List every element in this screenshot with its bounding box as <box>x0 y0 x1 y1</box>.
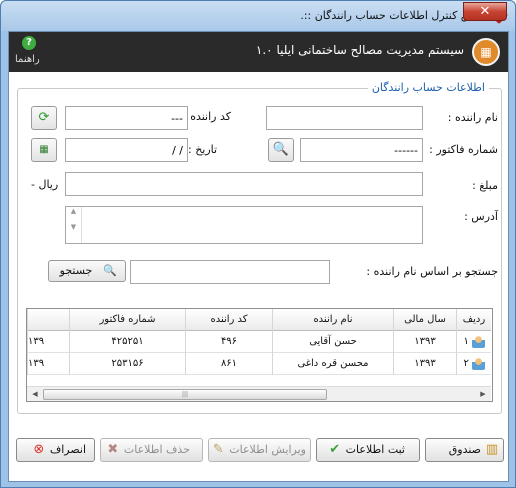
invoice-number-input[interactable] <box>300 138 423 162</box>
table-cell: ۴۹۶ <box>185 331 272 353</box>
driver-name-label: نام راننده : <box>447 111 498 124</box>
table-horizontal-scrollbar[interactable]: ◀ ||| ▶ <box>27 386 491 401</box>
table-cell: ۱۳۹۳ <box>393 331 456 353</box>
save-label: ثبت اطلاعات <box>345 443 405 456</box>
cancel-label: انصراف <box>49 443 86 456</box>
column-header-extra[interactable] <box>27 309 69 331</box>
cancel-icon: ⊗ <box>33 442 45 457</box>
table-cell: ۸۶۱ <box>185 353 272 375</box>
driver-code-label: کد راننده : <box>183 110 231 123</box>
table-cell: ۱ <box>456 331 491 353</box>
driver-icon <box>472 334 485 348</box>
table-cell: ۲۵۳۱۵۶ <box>69 353 185 375</box>
column-header-driver-name[interactable]: نام راننده <box>272 309 393 331</box>
group-title: اطلاعات حساب رانندگان <box>367 81 489 94</box>
window-title: بخش کنترل اطلاعات حساب رانندگان ::. <box>300 9 485 22</box>
row-number: ۱ <box>463 336 469 347</box>
delete-label: حذف اطلاعات <box>123 443 190 456</box>
drivers-table[interactable]: ردیف سال مالی نام راننده کد راننده شماره… <box>26 308 493 402</box>
date-input[interactable] <box>65 138 188 162</box>
cashbox-button[interactable]: ▥ صندوق <box>425 438 504 462</box>
driver-code-input[interactable] <box>65 106 188 130</box>
address-scrollbar[interactable]: ▲ ▼ <box>66 207 82 243</box>
row-number: ۲ <box>463 358 469 369</box>
banner-title: سیستم مدیریت مصالح ساختمانی ایلیا ۱.۰ <box>255 43 464 57</box>
search-by-name-label: جستجو بر اساس نام راننده : <box>366 265 498 278</box>
amount-label: مبلغ : <box>472 179 498 192</box>
address-textarea[interactable]: ▲ ▼ <box>65 206 423 244</box>
table-cell: ۱۳۹ <box>27 331 69 353</box>
driver-icon <box>472 356 485 370</box>
cancel-button[interactable]: انصراف ⊗ <box>16 438 95 462</box>
refresh-icon[interactable]: ⟳ <box>31 106 57 130</box>
help-icon[interactable]: ? <box>22 36 36 50</box>
column-header-fiscal-year[interactable]: سال مالی <box>393 309 456 331</box>
window-close-button[interactable]: ✕ <box>463 2 507 21</box>
client-area: ▦ سیستم مدیریت مصالح ساختمانی ایلیا ۱.۰ … <box>8 31 509 482</box>
brand-logo-icon: ▦ <box>472 38 500 66</box>
table-row[interactable]: ۱ ۱۳۹۳ حسن آقایی ۴۹۶ ۴۲۵۲۵۱ ۱۳۹ <box>27 331 491 353</box>
coins-icon: ▥ <box>485 442 499 457</box>
scrollbar-thumb[interactable]: ||| <box>43 389 327 400</box>
pencil-icon: ✎ <box>212 442 224 457</box>
app-banner: ▦ سیستم مدیریت مصالح ساختمانی ایلیا ۱.۰ … <box>9 32 508 72</box>
table-row[interactable]: ۲ ۱۳۹۳ محسن قره داغی ۸۶۱ ۲۵۳۱۵۶ ۱۳۹ <box>27 353 491 375</box>
delete-x-icon: ✖ <box>107 442 119 457</box>
cashbox-label: صندوق <box>448 443 481 456</box>
table-cell: محسن قره داغی <box>272 353 393 375</box>
save-button[interactable]: ثبت اطلاعات ✔ <box>316 438 420 462</box>
table-cell: ۲ <box>456 353 491 375</box>
app-window: بخش کنترل اطلاعات حساب رانندگان ::. ✕ ▦ … <box>0 0 516 488</box>
column-header-invoice-number[interactable]: شماره فاکتور <box>69 309 185 331</box>
search-icon: 🔍 <box>103 264 117 277</box>
table-cell: ۴۲۵۲۵۱ <box>69 331 185 353</box>
scroll-right-arrow-icon[interactable]: ▶ <box>476 388 490 401</box>
checkmark-icon: ✔ <box>329 442 341 457</box>
edit-button[interactable]: ویرایش اطلاعات ✎ <box>208 438 311 462</box>
table-header-row: ردیف سال مالی نام راننده کد راننده شماره… <box>27 309 491 331</box>
column-header-driver-code[interactable]: کد راننده <box>185 309 272 331</box>
table-cell: حسن آقایی <box>272 331 393 353</box>
column-header-row-number[interactable]: ردیف <box>456 309 491 331</box>
search-button-label: جستجو <box>59 264 93 277</box>
title-bar: بخش کنترل اطلاعات حساب رانندگان ::. ✕ <box>1 1 515 31</box>
currency-label: ریال - <box>31 178 59 191</box>
help-label[interactable]: راهنما <box>15 54 40 65</box>
invoice-number-label: شماره فاکتور : <box>429 143 498 156</box>
address-label: آدرس : <box>464 210 498 223</box>
table-cell: ۱۳۹ <box>27 353 69 375</box>
driver-account-group: اطلاعات حساب رانندگان نام راننده : کد را… <box>17 81 502 414</box>
search-by-name-input[interactable] <box>130 260 330 284</box>
scroll-left-arrow-icon[interactable]: ◀ <box>28 388 42 401</box>
amount-input[interactable] <box>65 172 423 196</box>
search-button[interactable]: جستجو 🔍 <box>48 260 126 282</box>
calendar-icon[interactable]: ▦ <box>31 138 57 162</box>
edit-label: ویرایش اطلاعات <box>229 443 306 456</box>
table-cell: ۱۳۹۳ <box>393 353 456 375</box>
driver-name-input[interactable] <box>266 106 423 130</box>
date-label: تاریخ : <box>188 143 218 156</box>
invoice-search-icon[interactable]: 🔍 <box>268 138 294 162</box>
delete-button[interactable]: حذف اطلاعات ✖ <box>100 438 203 462</box>
